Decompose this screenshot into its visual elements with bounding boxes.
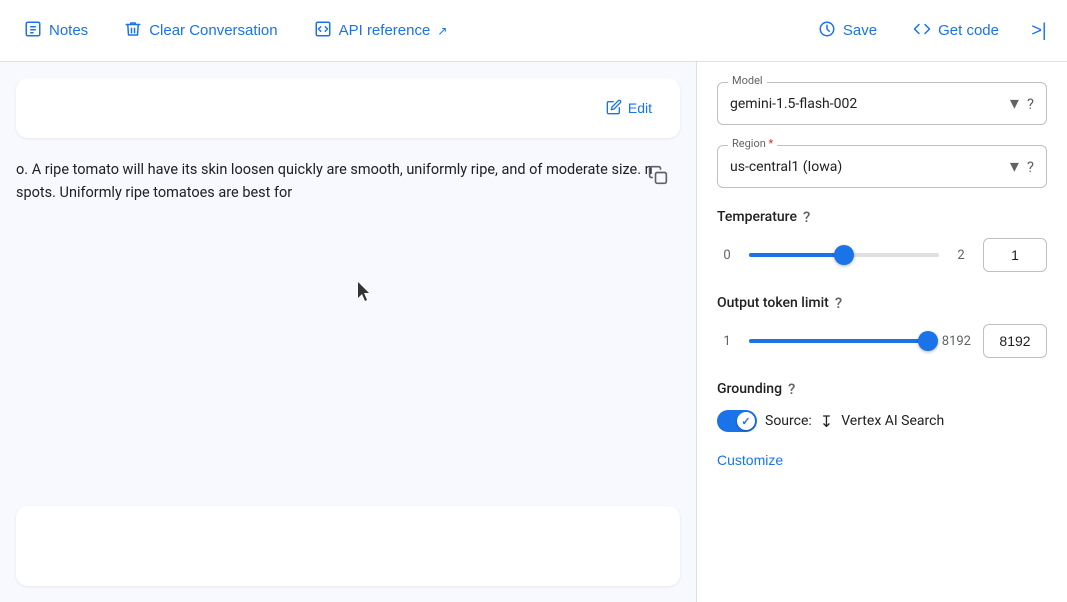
conversation-panel: Edit o. A ripe tomato will have its skin… <box>0 62 697 602</box>
output-token-input[interactable] <box>983 324 1047 358</box>
region-chevron-icon: ▾ <box>1010 156 1019 177</box>
external-link-icon: ↗ <box>437 24 447 38</box>
output-token-max: 8192 <box>942 334 971 349</box>
code-icon <box>913 20 931 42</box>
temperature-min: 0 <box>717 248 737 263</box>
toolbar: Notes Clear Conversation API reference ↗… <box>0 0 1067 62</box>
grounding-help-icon[interactable]: ? <box>788 380 795 398</box>
region-value: us-central1 (Iowa) <box>730 159 1002 175</box>
model-select[interactable]: Model gemini-1.5-flash-002 ▾ ? <box>717 82 1047 125</box>
notes-icon <box>24 20 42 42</box>
notes-button[interactable]: Notes <box>8 12 104 50</box>
temperature-section: Temperature ? 0 2 <box>717 208 1047 272</box>
get-code-button[interactable]: Get code <box>897 12 1015 50</box>
temperature-max: 2 <box>951 248 971 263</box>
notes-label: Notes <box>49 22 88 39</box>
save-button[interactable]: Save <box>802 12 893 50</box>
grounding-source-value: Vertex AI Search <box>841 413 944 429</box>
grounding-toggle[interactable]: ✓ <box>717 410 757 432</box>
output-token-slider-row: 1 8192 <box>717 324 1047 358</box>
settings-panel: Model gemini-1.5-flash-002 ▾ ? Region us… <box>697 62 1067 602</box>
output-token-section: Output token limit ? 1 8192 <box>717 294 1047 358</box>
edit-icon <box>606 99 622 118</box>
customize-label: Customize <box>717 452 783 468</box>
output-token-label: Output token limit <box>717 295 829 311</box>
save-icon <box>818 20 836 42</box>
region-help-icon[interactable]: ? <box>1027 158 1034 176</box>
model-value: gemini-1.5-flash-002 <box>730 96 1002 112</box>
clear-conversation-label: Clear Conversation <box>149 22 277 39</box>
response-text: o. A ripe tomato will have its skin loos… <box>16 158 680 204</box>
temperature-slider-track[interactable] <box>749 245 939 265</box>
copy-icon <box>648 165 668 188</box>
temperature-input[interactable] <box>983 238 1047 272</box>
grounding-label: Grounding <box>717 381 782 397</box>
temperature-help-icon[interactable]: ? <box>803 208 810 226</box>
region-label: Region <box>728 137 777 150</box>
model-label: Model <box>728 74 767 87</box>
grounding-source-icon: ↧ <box>820 412 833 431</box>
trash-icon <box>124 20 142 42</box>
temperature-thumb[interactable] <box>834 245 854 265</box>
customize-button[interactable]: Customize <box>717 448 783 472</box>
collapse-icon: >| <box>1031 20 1046 41</box>
toggle-check-icon: ✓ <box>741 415 750 428</box>
clear-conversation-button[interactable]: Clear Conversation <box>108 12 293 50</box>
model-help-icon[interactable]: ? <box>1027 95 1034 113</box>
api-reference-button[interactable]: API reference ↗ <box>298 12 464 50</box>
output-token-help-icon[interactable]: ? <box>835 294 842 312</box>
model-chevron-icon: ▾ <box>1010 93 1019 114</box>
output-token-slider-track[interactable] <box>749 331 930 351</box>
temperature-fill <box>749 253 844 257</box>
grounding-source-row: ✓ Source: ↧ Vertex AI Search <box>717 410 1047 432</box>
get-code-label: Get code <box>938 22 999 39</box>
temperature-label: Temperature <box>717 209 797 225</box>
api-reference-label: API reference <box>339 22 431 39</box>
temperature-slider-row: 0 2 <box>717 238 1047 272</box>
grounding-section: Grounding ? ✓ Source: ↧ Vertex AI Search <box>717 380 1047 432</box>
edit-button[interactable]: Edit <box>598 94 660 122</box>
output-token-fill <box>749 339 928 343</box>
grounding-source-label: Source: <box>765 413 812 429</box>
model-field-group: Model gemini-1.5-flash-002 ▾ ? <box>717 82 1047 125</box>
response-area: o. A ripe tomato will have its skin loos… <box>0 150 696 212</box>
region-select[interactable]: Region us-central1 (Iowa) ▾ ? <box>717 145 1047 188</box>
output-token-thumb[interactable] <box>918 331 938 351</box>
save-label: Save <box>843 22 877 39</box>
edit-card: Edit <box>16 78 680 138</box>
edit-label: Edit <box>628 100 652 116</box>
output-token-min: 1 <box>717 334 737 349</box>
api-icon <box>314 20 332 42</box>
cursor <box>358 282 372 306</box>
collapse-button[interactable]: >| <box>1019 11 1059 51</box>
main-layout: Edit o. A ripe tomato will have its skin… <box>0 62 1067 602</box>
input-card[interactable] <box>16 506 680 586</box>
region-field-group: Region us-central1 (Iowa) ▾ ? <box>717 145 1047 188</box>
copy-button[interactable] <box>640 158 676 194</box>
